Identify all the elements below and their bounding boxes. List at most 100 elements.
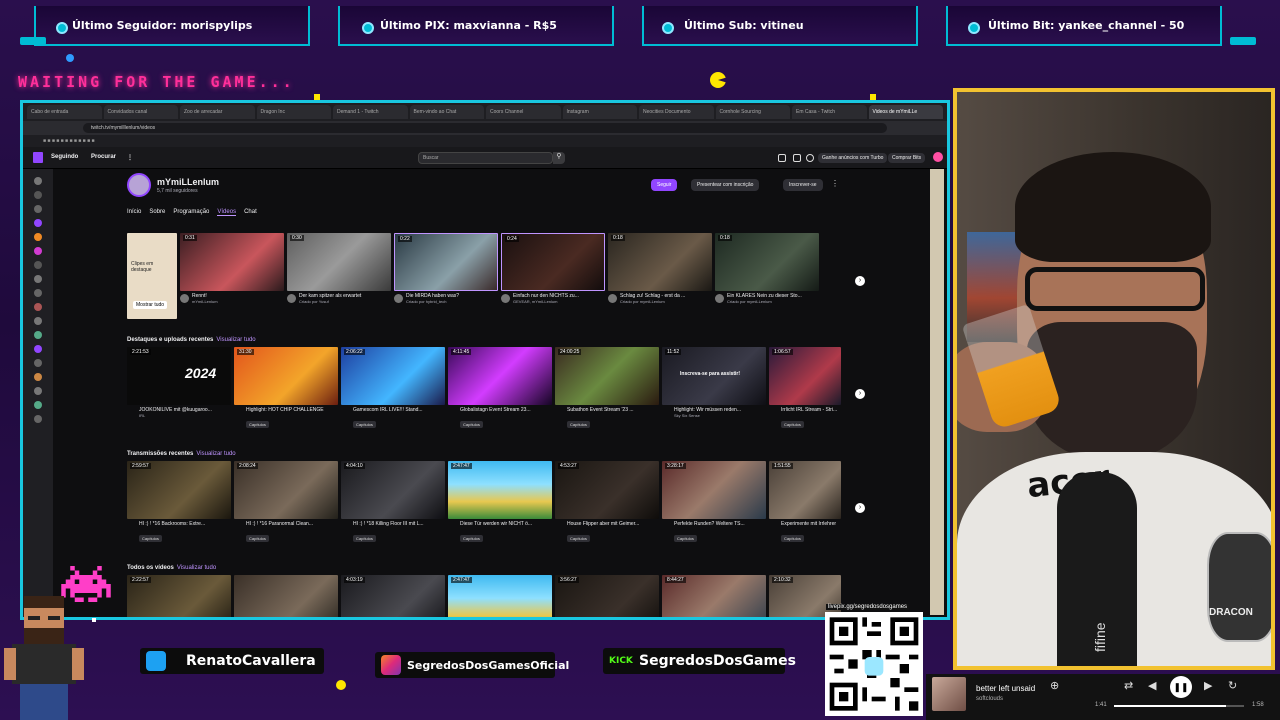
channel-name[interactable]: mYmiLLenlum — [157, 177, 219, 187]
channel-avatar[interactable] — [34, 233, 42, 241]
chapters-chip[interactable]: Capítulos — [246, 421, 269, 428]
tab-videos[interactable]: Vídeos — [217, 209, 237, 216]
channel-avatar[interactable] — [34, 219, 42, 227]
repeat-icon[interactable]: ↻ — [1228, 679, 1237, 692]
tab-about[interactable]: Sobre — [149, 209, 165, 216]
channel-avatar[interactable] — [34, 359, 42, 367]
chapters-chip[interactable]: Capítulos — [567, 535, 590, 542]
gift-sub-button[interactable]: Presentear com inscrição — [691, 179, 760, 191]
video-card[interactable]: 1:51:55 Experimente mit Irrlehrer Capítu… — [769, 461, 841, 545]
channel-avatar[interactable] — [34, 303, 42, 311]
channel-avatar[interactable] — [34, 177, 42, 185]
show-all-button[interactable]: Mostrar tudo — [133, 301, 168, 309]
next-icon[interactable]: ▶ — [1204, 679, 1212, 692]
user-avatar[interactable] — [933, 152, 943, 162]
featured-clips-card[interactable]: Clipes em destaque Mostrar tudo — [127, 233, 177, 319]
browser-tab[interactable]: Zoo de arrecadar — [180, 105, 255, 119]
clip-card[interactable]: 0:30 Der kam spitzer als erwartet Criado… — [287, 233, 391, 319]
browser-tab[interactable]: Demand 1 - Twitch — [333, 105, 408, 119]
video-title[interactable]: Diese Tür werden wir NICHT ö... — [448, 521, 552, 527]
video-card[interactable]: 4:04:10 HI :) ! *18 Killing Floor III mi… — [341, 461, 445, 545]
carousel-next-button[interactable]: › — [855, 389, 865, 399]
clip-card[interactable]: 0:22 Die MIRDA haben was? Criado por hyb… — [394, 233, 498, 319]
clip-card[interactable]: 0:31 Rennt! mYmiLLenlum — [180, 233, 284, 319]
chapters-chip[interactable]: Capítulos — [567, 421, 590, 428]
url-input[interactable]: twitch.tv/mymilllenlum/videos — [83, 123, 887, 133]
bits-icon[interactable] — [806, 154, 814, 162]
video-card[interactable]: 3:56:27 — [555, 575, 659, 617]
view-all-link[interactable]: Visualizar tudo — [177, 565, 216, 571]
video-title[interactable]: Irrlicht IRL Stream - Stri... — [769, 407, 841, 413]
video-card[interactable]: 24:00:25 Subathon Event Stream '23 ... C… — [555, 347, 659, 431]
chapters-chip[interactable]: Capítulos — [460, 421, 483, 428]
channel-avatar[interactable] — [34, 275, 42, 283]
channel-avatar[interactable] — [34, 289, 42, 297]
carousel-next-button[interactable]: › — [855, 503, 865, 513]
video-card[interactable]: 31:30 Highlight: HOT CHIP CHALLENGE Capí… — [234, 347, 338, 431]
video-card[interactable]: 2:08:24 HI :) ! *16 Paranormal Clean... … — [234, 461, 338, 545]
video-card[interactable]: 2:21:53 2024 JOOKONILIVE mit @kuugaroo..… — [127, 347, 231, 431]
chapters-chip[interactable]: Capítulos — [353, 421, 376, 428]
video-title[interactable]: HI :) ! *18 Killing Floor III mit L... — [341, 521, 445, 527]
pause-button[interactable]: ❚❚ — [1170, 676, 1192, 698]
shuffle-icon[interactable]: ⇄ — [1124, 679, 1133, 692]
previous-icon[interactable]: ◀ — [1148, 679, 1156, 692]
clip-card[interactable]: 0:18 Ein KLARES Nein zu dieser Sto... Cr… — [715, 233, 819, 319]
notification-icon[interactable] — [778, 154, 786, 162]
page-scrollbar[interactable] — [930, 169, 944, 615]
video-card[interactable]: 4:03:19 — [341, 575, 445, 617]
video-card[interactable]: 1:06:57 Irrlicht IRL Stream - Stri... Ca… — [769, 347, 841, 431]
nav-following[interactable]: Seguindo — [51, 154, 78, 160]
video-title[interactable]: Perfekte Runden? Weltere TS... — [662, 521, 766, 527]
chapters-chip[interactable]: Capítulos — [139, 535, 162, 542]
subscribe-to-watch-label[interactable]: Inscreva-se para assistir! — [680, 371, 740, 377]
chapters-chip[interactable]: Capítulos — [460, 535, 483, 542]
twitch-logo-icon[interactable] — [33, 152, 43, 163]
add-icon[interactable]: ⊕ — [1050, 679, 1059, 692]
buy-bits-button[interactable]: Comprar Bits — [888, 153, 926, 163]
channel-avatar-large[interactable] — [127, 173, 151, 197]
chapters-chip[interactable]: Capítulos — [781, 535, 804, 542]
video-card[interactable]: 8:44:27 — [662, 575, 766, 617]
video-card[interactable]: 4:11:45 Globalistagn Event Stream 23... … — [448, 347, 552, 431]
view-all-link[interactable]: Visualizar tudo — [216, 337, 255, 343]
video-title[interactable]: Gamescom IRL LIVE!!! Stand... — [341, 407, 445, 413]
nav-browse[interactable]: Procurar — [91, 154, 116, 160]
tab-schedule[interactable]: Programação — [173, 209, 209, 216]
more-options-icon[interactable]: ⋮ — [831, 179, 839, 188]
video-title[interactable]: Highlight: HOT CHIP CHALLENGE — [234, 407, 338, 413]
chapters-chip[interactable]: Capítulos — [353, 535, 376, 542]
browser-tab[interactable]: Cabo de entrada — [27, 105, 102, 119]
video-card[interactable]: 4:53:27 House Flipper aber mit Geimer...… — [555, 461, 659, 545]
channel-avatar[interactable] — [34, 415, 42, 423]
video-title[interactable]: Experimente mit Irrlehrer — [769, 521, 841, 527]
tab-home[interactable]: Início — [127, 209, 141, 216]
channel-avatar[interactable] — [34, 331, 42, 339]
browser-tab[interactable]: Bem-vindo ao Chat — [409, 105, 484, 119]
browser-tab[interactable]: Instagram — [562, 105, 637, 119]
channel-avatar[interactable] — [34, 205, 42, 213]
turbo-button[interactable]: Ganhe anúncios com Turbo — [818, 153, 888, 163]
playback-progress[interactable] — [1114, 705, 1244, 707]
video-card[interactable]: 2:22:57 — [127, 575, 231, 617]
video-card[interactable]: 2:59:57 HI :) ! *16 Backrooms: Extre... … — [127, 461, 231, 545]
chapters-chip[interactable]: Capítulos — [781, 421, 804, 428]
view-all-link[interactable]: Visualizar tudo — [196, 451, 235, 457]
video-card[interactable]: 2:47:47 Diese Tür werden wir NICHT ö... … — [448, 461, 552, 545]
video-card[interactable]: 11:52 Inscreva-se para assistir! Highlig… — [662, 347, 766, 431]
video-card[interactable]: 3:28:17 Perfekte Runden? Weltere TS... C… — [662, 461, 766, 545]
video-title[interactable]: HI :) ! *16 Backrooms: Extre... — [127, 521, 231, 527]
more-icon[interactable]: ⋮ — [127, 154, 133, 161]
subscribe-button[interactable]: Inscrever-se — [783, 179, 823, 191]
browser-tab[interactable]: Convidados canal — [103, 105, 178, 119]
channel-avatar[interactable] — [34, 373, 42, 381]
browser-tab-active[interactable]: Videos de mYmiLLe — [868, 105, 943, 119]
follow-button[interactable]: Seguir — [651, 179, 678, 191]
video-title[interactable]: Globalistagn Event Stream 23... — [448, 407, 552, 413]
video-title[interactable]: Subathon Event Stream '23 ... — [555, 407, 659, 413]
clip-card[interactable]: 0:24 Einfach nur den NICHTS zu... GEVEAR… — [501, 233, 605, 319]
channel-avatar[interactable] — [34, 261, 42, 269]
video-title[interactable]: House Flipper aber mit Geimer... — [555, 521, 659, 527]
chapters-chip[interactable]: Capítulos — [246, 535, 269, 542]
channel-avatar[interactable] — [34, 401, 42, 409]
